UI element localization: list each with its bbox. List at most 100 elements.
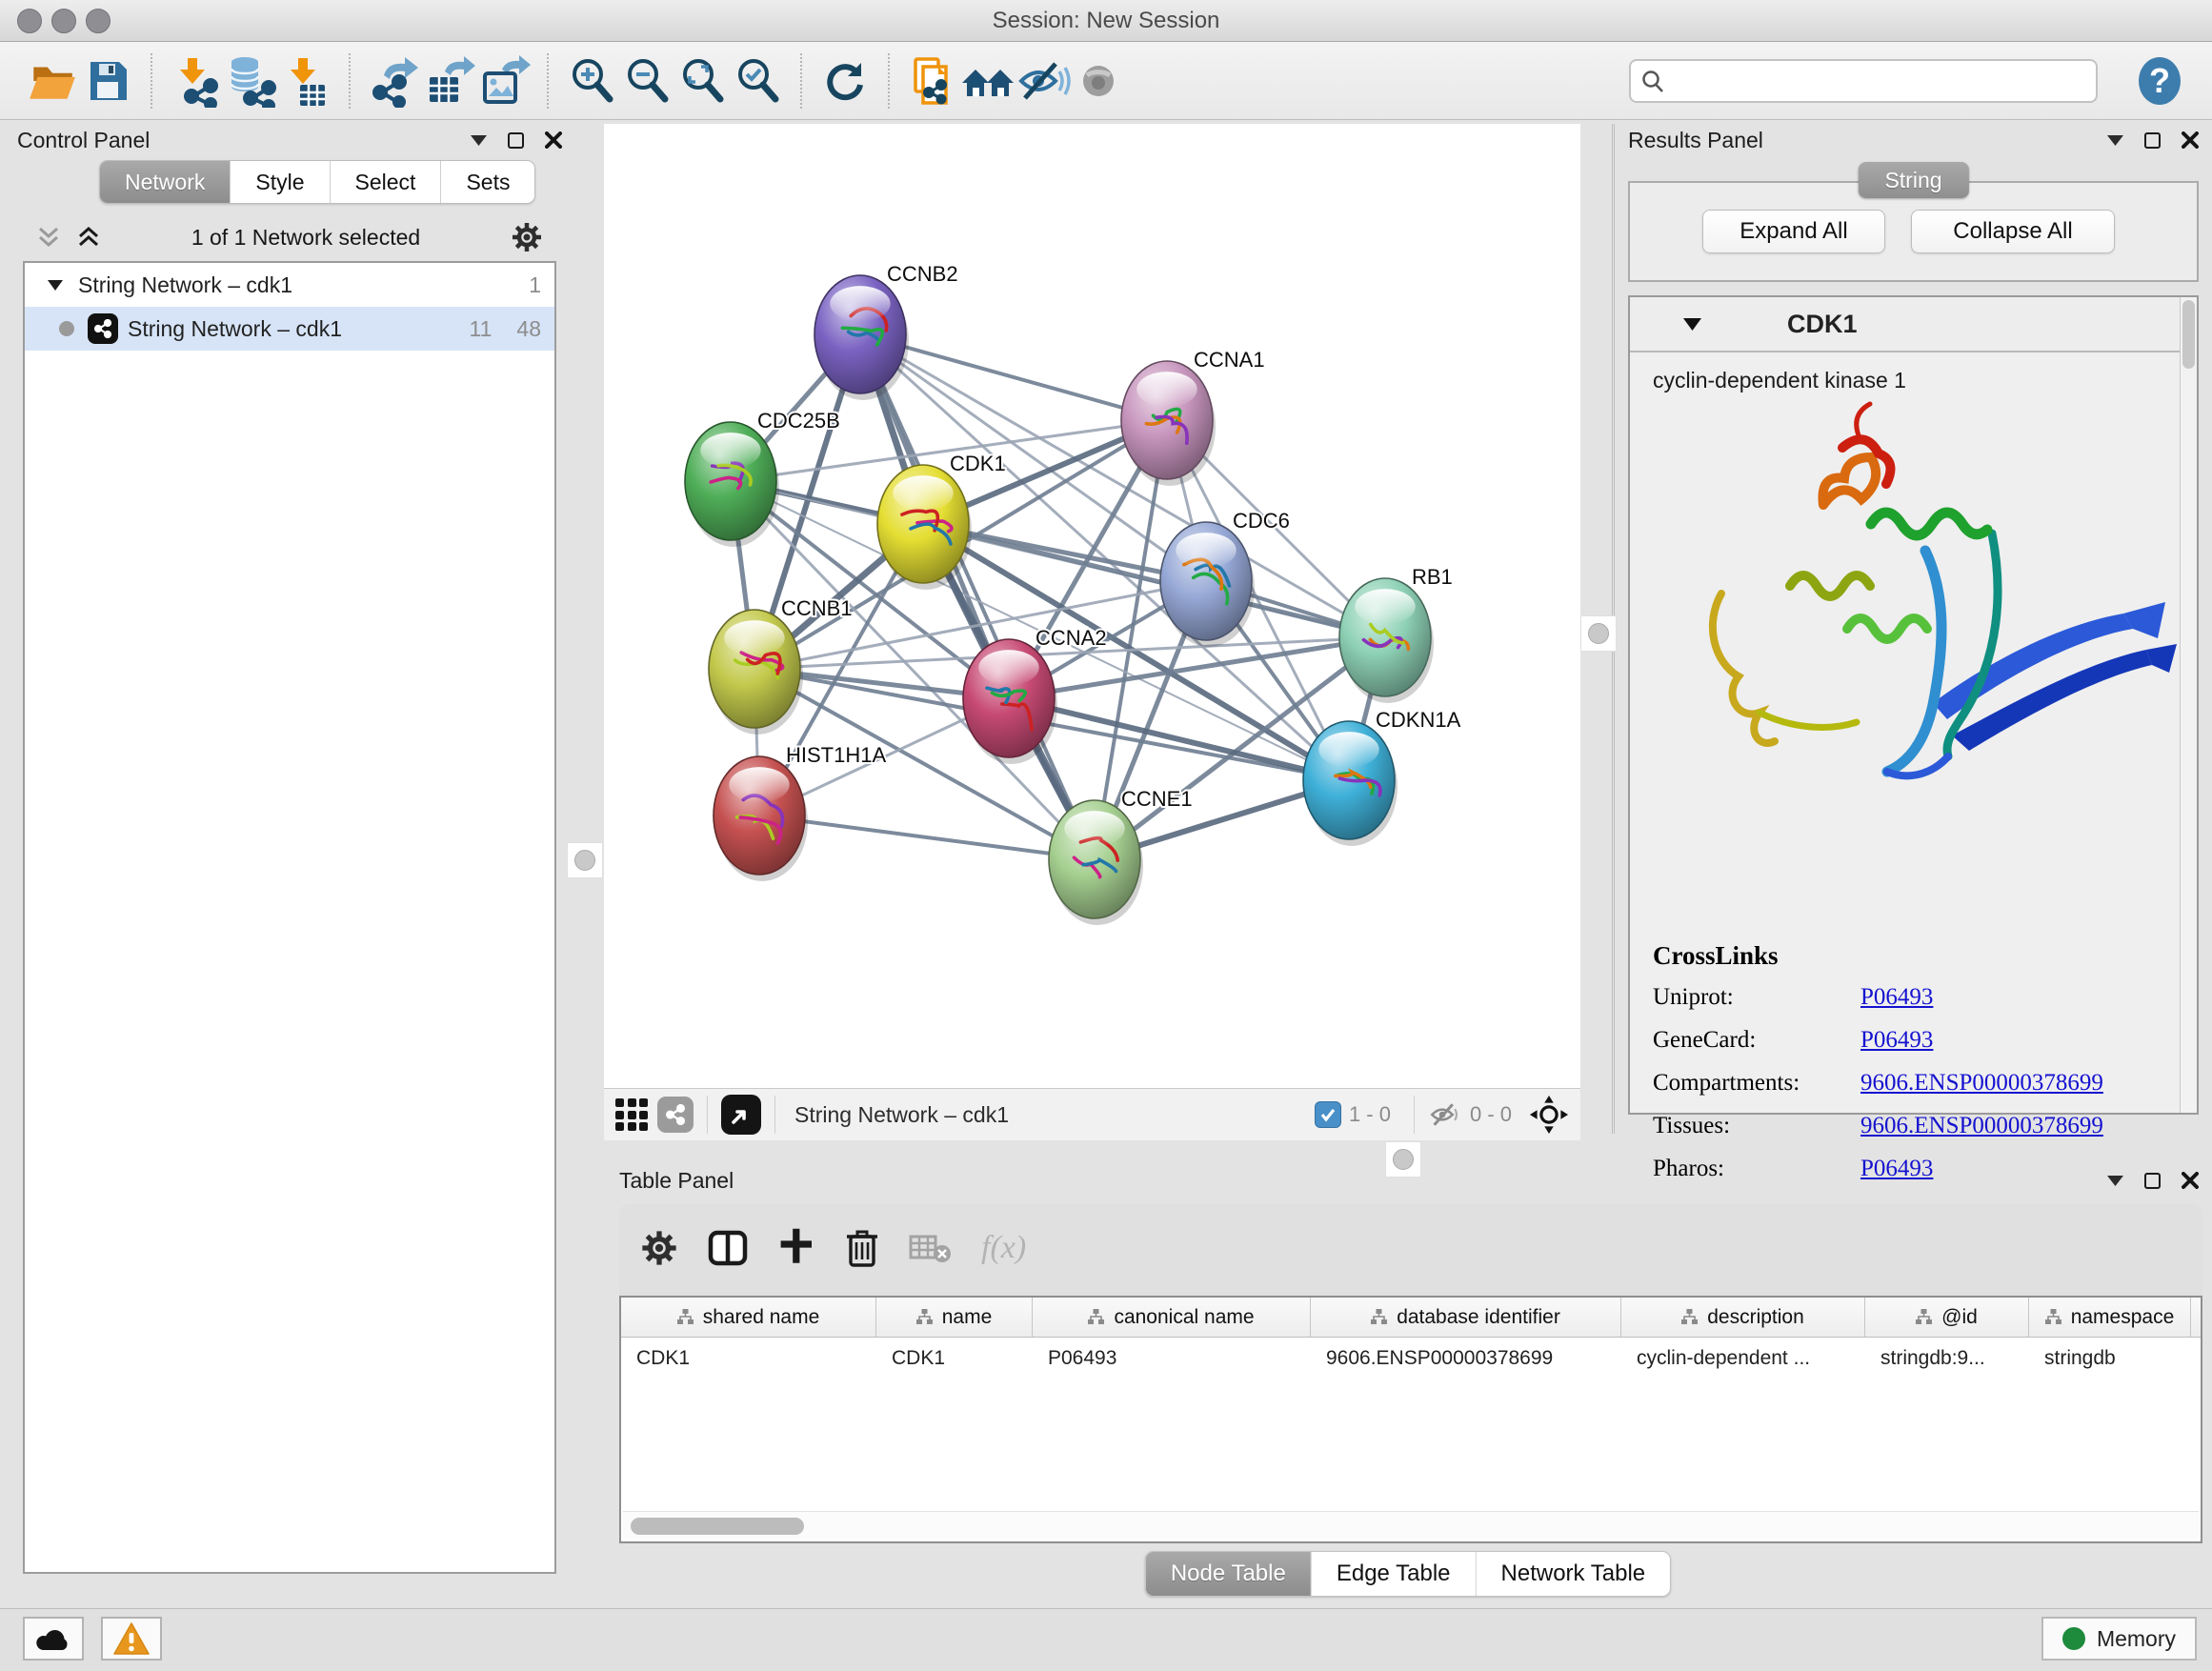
first-neighbors-button[interactable] <box>960 52 1016 110</box>
collapse-all-button[interactable]: Collapse All <box>1911 210 2115 253</box>
results-scrollbar[interactable] <box>2180 297 2197 1113</box>
column-header-label: namespace <box>2071 1306 2175 1329</box>
splitter-handle[interactable] <box>1385 1141 1421 1178</box>
column-header-namespace[interactable]: namespace <box>2029 1298 2191 1337</box>
zoom-in-button[interactable] <box>564 52 619 110</box>
network-node-RB1[interactable]: RB1 <box>1339 565 1453 703</box>
network-node-CCNA1[interactable]: CCNA1 <box>1121 348 1265 486</box>
tab-select[interactable]: Select <box>331 161 442 203</box>
network-view-panel: CCNB2CCNA1CDC25BCDK1CDC6RB1CCNB1CCNA2CDK… <box>604 124 1580 1140</box>
zoom-out-button[interactable] <box>619 52 674 110</box>
grid-view-icon[interactable] <box>615 1098 648 1131</box>
export-image-button[interactable] <box>476 52 532 110</box>
toolbar-search[interactable] <box>1629 59 2098 103</box>
column-header-@id[interactable]: @id <box>1865 1298 2029 1337</box>
tab-node-table[interactable]: Node Table <box>1146 1552 1312 1596</box>
locate-crosshair-icon[interactable] <box>1529 1095 1569 1135</box>
float-panel-icon[interactable] <box>2107 1176 2123 1186</box>
network-node-CDKN1A[interactable]: CDKN1A <box>1303 708 1461 846</box>
section-expander-icon[interactable] <box>1683 318 1701 331</box>
warnings-button[interactable] <box>101 1617 162 1661</box>
float-panel-icon[interactable] <box>2107 135 2123 146</box>
clone-network-button[interactable] <box>905 52 960 110</box>
function-builder-icon[interactable]: f(x) <box>981 1230 1026 1266</box>
maximize-panel-icon[interactable] <box>2144 1173 2161 1189</box>
expander-icon[interactable] <box>48 280 63 291</box>
network-collection-row[interactable]: String Network – cdk1 1 <box>25 263 554 307</box>
hide-selected-button[interactable] <box>1016 52 1071 110</box>
expand-all-icon[interactable] <box>76 225 101 250</box>
show-columns-icon[interactable] <box>707 1227 749 1269</box>
table-hscrollbar[interactable] <box>623 1511 2199 1540</box>
help-button[interactable]: ? <box>2132 52 2187 110</box>
table-row[interactable]: CDK1CDK1P064939606.ENSP00000378699cyclin… <box>621 1338 2201 1379</box>
search-input[interactable] <box>1673 69 2086 93</box>
close-panel-icon[interactable] <box>2182 1172 2199 1189</box>
zoom-selected-button[interactable] <box>730 52 785 110</box>
zoom-fit-button[interactable] <box>674 52 730 110</box>
column-header-database-identifier[interactable]: database identifier <box>1311 1298 1621 1337</box>
table-gear-icon[interactable] <box>640 1229 678 1267</box>
column-header-canonical-name[interactable]: canonical name <box>1033 1298 1311 1337</box>
node-section-header[interactable]: CDK1 <box>1630 297 2197 352</box>
tab-sets[interactable]: Sets <box>441 161 534 203</box>
maximize-panel-icon[interactable] <box>508 132 524 149</box>
collapse-all-icon[interactable] <box>36 225 61 250</box>
delete-column-icon[interactable] <box>844 1227 880 1269</box>
splitter-handle[interactable] <box>567 842 603 878</box>
network-row[interactable]: String Network – cdk1 11 48 <box>25 307 554 351</box>
open-session-button[interactable] <box>25 52 80 110</box>
export-table-button[interactable] <box>421 52 476 110</box>
expand-all-button[interactable]: Expand All <box>1702 210 1885 253</box>
network-canvas[interactable]: CCNB2CCNA1CDC25BCDK1CDC6RB1CCNB1CCNA2CDK… <box>604 124 1580 1088</box>
main-toolbar: ? <box>0 42 2212 120</box>
tab-edge-table[interactable]: Edge Table <box>1312 1552 1477 1596</box>
selected-nodes-checkbox[interactable] <box>1315 1101 1341 1128</box>
table-header-row: shared namename canonical name database id… <box>621 1298 2201 1338</box>
gear-icon[interactable] <box>511 221 543 253</box>
import-network-from-database-button[interactable] <box>223 52 278 110</box>
column-header-label: canonical name <box>1114 1306 1254 1329</box>
crosslink-link[interactable]: 9606.ENSP00000378699 <box>1860 1113 2103 1139</box>
crosslink-link[interactable]: 9606.ENSP00000378699 <box>1860 1070 2103 1097</box>
collection-name: String Network – cdk1 <box>78 272 292 298</box>
network-share-icon[interactable] <box>657 1097 694 1133</box>
refresh-icon <box>819 55 871 107</box>
network-node-HIST1H1A[interactable]: HIST1H1A <box>714 743 886 881</box>
save-session-button[interactable] <box>80 52 135 110</box>
network-node-CDK1[interactable]: CDK1 <box>877 452 1006 590</box>
crosslink-label: Uniprot: <box>1653 984 1860 1011</box>
import-network-button[interactable] <box>168 52 223 110</box>
memory-button[interactable]: Memory <box>2041 1617 2197 1661</box>
birdseye-view-icon[interactable] <box>721 1095 761 1135</box>
hidden-eye-icon[interactable] <box>1428 1100 1462 1129</box>
houses-icon <box>960 54 1016 108</box>
refresh-button[interactable] <box>817 52 873 110</box>
add-column-icon[interactable] <box>777 1227 815 1269</box>
network-edge-CCNB2-CCNE1[interactable] <box>860 334 1095 859</box>
cloud-status-button[interactable] <box>23 1617 84 1661</box>
tab-network[interactable]: Network <box>100 161 231 203</box>
import-table-button[interactable] <box>278 52 333 110</box>
close-panel-icon[interactable] <box>545 131 562 149</box>
tab-string[interactable]: String <box>1858 162 1968 198</box>
search-icon <box>1640 69 1665 93</box>
crosslink-link[interactable]: P06493 <box>1860 984 1933 1011</box>
close-panel-icon[interactable] <box>2182 131 2199 149</box>
scrollbar-thumb[interactable] <box>631 1518 804 1535</box>
column-header-name[interactable]: name <box>876 1298 1033 1337</box>
maximize-panel-icon[interactable] <box>2144 132 2161 149</box>
crosslink-link[interactable]: P06493 <box>1860 1027 1933 1054</box>
show-all-button[interactable] <box>1071 52 1126 110</box>
network-edge-CDK1-RB1[interactable] <box>923 524 1385 637</box>
tab-network-table[interactable]: Network Table <box>1477 1552 1671 1596</box>
float-panel-icon[interactable] <box>471 135 487 146</box>
column-header-shared-name[interactable]: shared name <box>621 1298 876 1337</box>
scrollbar-thumb[interactable] <box>2182 300 2195 369</box>
tab-style[interactable]: Style <box>231 161 330 203</box>
export-network-button[interactable] <box>366 52 421 110</box>
delete-table-icon[interactable] <box>909 1231 953 1265</box>
network-edge-HIST1H1A-CCNE1[interactable] <box>759 815 1095 859</box>
column-header-description[interactable]: description <box>1621 1298 1865 1337</box>
splitter-handle[interactable] <box>1580 615 1617 652</box>
